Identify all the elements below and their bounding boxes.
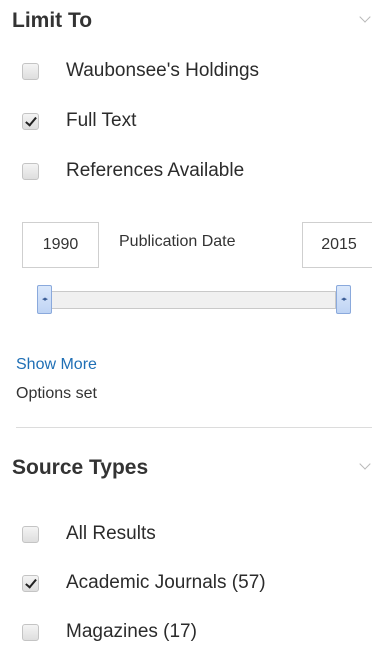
holdings-label: Waubonsee's Holdings (66, 60, 260, 81)
date-slider-track[interactable] (46, 291, 336, 309)
publication-date-label: Publication Date (119, 233, 236, 250)
date-to-input[interactable]: 2015 (302, 222, 372, 268)
limit-to-heading[interactable]: Limit To (12, 9, 92, 33)
left-right-arrows-icon: ◂▸ (340, 296, 347, 303)
all-results-checkbox[interactable] (22, 525, 39, 543)
date-slider-start-handle[interactable]: ◂▸ (37, 285, 52, 314)
options-set-link[interactable]: Options set (16, 385, 97, 403)
left-right-arrows-icon: ◂▸ (41, 296, 48, 303)
all-results-label: All Results (66, 523, 156, 544)
source-option-academic-journals[interactable]: Academic Journals (57) (22, 571, 266, 595)
chevron-down-icon[interactable] (359, 11, 371, 23)
show-more-link[interactable]: Show More (16, 356, 97, 374)
date-from-input[interactable]: 1990 (22, 222, 99, 268)
chevron-down-icon[interactable] (359, 458, 371, 470)
magazines-checkbox[interactable] (22, 623, 39, 641)
academic-journals-label: Academic Journals (57) (66, 572, 266, 593)
full-text-checkbox[interactable] (22, 112, 39, 130)
holdings-checkbox[interactable] (22, 62, 39, 80)
limit-option-full-text[interactable]: Full Text (22, 109, 136, 133)
facet-panel: Limit To Waubonsee's Holdings Full Text … (0, 0, 372, 647)
limit-option-references[interactable]: References Available (22, 159, 244, 183)
references-label: References Available (66, 160, 245, 181)
limit-option-holdings[interactable]: Waubonsee's Holdings (22, 59, 259, 83)
magazines-label: Magazines (17) (66, 621, 197, 642)
date-slider-end-handle[interactable]: ◂▸ (336, 285, 351, 314)
full-text-label: Full Text (66, 110, 137, 131)
academic-journals-checkbox[interactable] (22, 574, 39, 592)
source-option-all-results[interactable]: All Results (22, 522, 156, 546)
section-divider (16, 427, 372, 428)
references-checkbox[interactable] (22, 162, 39, 180)
source-option-magazines[interactable]: Magazines (17) (22, 620, 197, 644)
source-types-heading[interactable]: Source Types (12, 456, 148, 480)
